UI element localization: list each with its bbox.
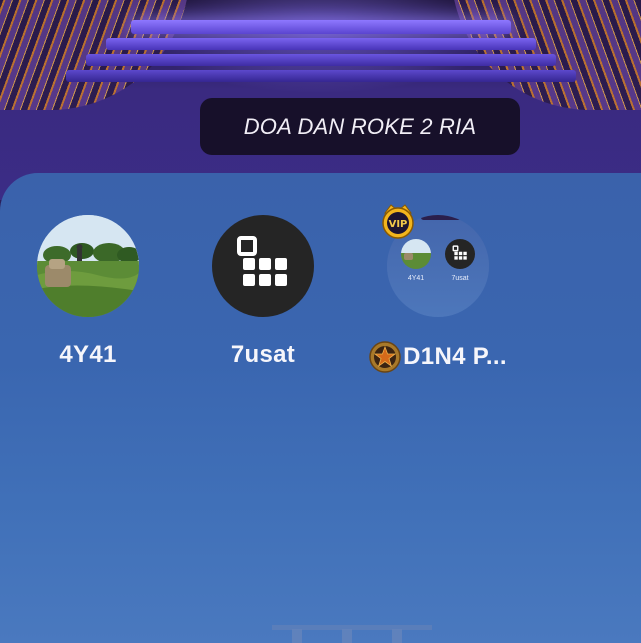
mini-title-bar [421, 215, 461, 220]
grid-app-icon [452, 245, 467, 260]
mini-seat-name: 7usat [451, 275, 469, 282]
avatar[interactable] [37, 215, 139, 317]
grid-app-icon [237, 236, 287, 286]
seat-name: 7usat [230, 341, 296, 368]
room-title-pill[interactable]: DOA DAN ROKE 2 RIA [200, 98, 520, 155]
mini-avatar [401, 239, 431, 269]
stage-step [65, 70, 576, 82]
mini-seat: 4Y41 [401, 239, 431, 282]
seat-1[interactable]: 4Y41 [18, 215, 158, 369]
seat-name: D1N4 P... [403, 343, 507, 370]
mini-avatar [445, 239, 475, 269]
seat-2[interactable]: 7usat [193, 215, 333, 369]
landscape-photo-icon [401, 239, 431, 269]
stage-step [85, 54, 556, 66]
room-title: DOA DAN ROKE 2 RIA [243, 113, 477, 139]
mini-seat-name: 4Y41 [407, 275, 425, 282]
seat-panel: 4Y41 7usat 4Y41 7usat VIP D1N4 P... [0, 173, 641, 643]
avatar[interactable]: 4Y41 7usat VIP [382, 204, 489, 317]
seat-name: 4Y41 [59, 341, 117, 368]
star-medal-icon [369, 341, 401, 373]
vip-crown-icon: VIP [382, 204, 414, 239]
landscape-photo-icon [37, 215, 139, 317]
mini-seat: 7usat [445, 239, 475, 282]
city-skyline-silhouette [272, 625, 432, 643]
stage-step [130, 20, 511, 34]
seat-name-row: D1N4 P... [368, 341, 508, 373]
seat-3[interactable]: 4Y41 7usat VIP D1N4 P... [368, 204, 508, 373]
avatar[interactable] [212, 215, 314, 317]
stage-step [105, 38, 536, 50]
svg-text:VIP: VIP [389, 219, 408, 230]
